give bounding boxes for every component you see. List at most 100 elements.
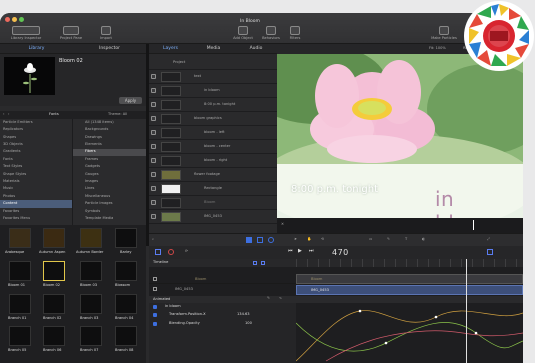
library-subcategory[interactable]: Lines <box>73 186 146 193</box>
timeline-row[interactable]: IMG_0453 <box>149 285 296 294</box>
layer-row[interactable]: bloom - center <box>149 140 277 154</box>
tab-media[interactable]: Media <box>192 44 235 54</box>
library-inspector-buttons[interactable]: Library Inspector <box>4 26 48 41</box>
library-subcategory[interactable]: All (1348 items) <box>73 119 146 126</box>
timecode-display[interactable]: 470 <box>332 248 349 257</box>
library-category[interactable]: Gradients <box>0 149 72 156</box>
content-tile[interactable] <box>43 326 65 346</box>
timeline-toggle-icon[interactable] <box>155 249 161 255</box>
library-category[interactable]: Particle Emitters <box>0 119 72 126</box>
playhead[interactable] <box>466 259 467 363</box>
canvas-time-text[interactable]: 8:00 p.m. tonight <box>291 184 378 195</box>
go-to-end-icon[interactable]: ⏭ <box>309 249 314 254</box>
content-tile[interactable] <box>9 261 31 281</box>
layer-row[interactable]: flower footage <box>149 168 277 182</box>
behaviors-button[interactable]: Behaviors <box>259 26 283 41</box>
library-category[interactable]: Favorites <box>0 208 72 215</box>
apply-button[interactable]: Apply <box>119 97 142 104</box>
rectangle-tool-icon[interactable]: ▭ <box>369 237 372 242</box>
rotate-icon[interactable]: ⟲ <box>321 237 324 242</box>
hand-icon[interactable]: ✋ <box>307 237 311 242</box>
library-category[interactable]: Music <box>0 186 72 193</box>
minimize-window-button[interactable] <box>12 17 17 22</box>
layer-checkbox[interactable] <box>151 172 156 177</box>
keyframe-curves[interactable] <box>296 303 523 363</box>
pen-tool-icon[interactable]: ✎ <box>387 237 390 242</box>
layer-checkbox[interactable] <box>151 74 156 79</box>
pointer-icon[interactable]: ➤ <box>294 237 297 242</box>
layer-row[interactable]: 8:00 p.m. tonight <box>149 98 277 112</box>
library-category-selected[interactable]: Content <box>0 200 72 208</box>
canvas[interactable]: 8:00 p.m. tonight in bloom <box>277 54 523 218</box>
layer-checkbox[interactable] <box>151 88 156 93</box>
keyframe-filter[interactable]: Animated <box>153 297 170 302</box>
layer-checkbox[interactable] <box>151 186 156 191</box>
content-tile[interactable] <box>80 228 102 248</box>
content-tile[interactable] <box>115 261 137 281</box>
content-tile[interactable] <box>80 261 102 281</box>
play-button[interactable]: ▶ <box>298 249 302 254</box>
library-category[interactable]: Fonts <box>0 156 72 163</box>
content-tile[interactable] <box>115 294 137 314</box>
theme-popup[interactable]: Theme: All <box>108 112 127 117</box>
layer-checkbox[interactable] <box>151 116 156 121</box>
library-subcategory[interactable]: Template Media <box>73 215 146 222</box>
select-tool-icon[interactable] <box>246 237 252 243</box>
library-subcategory[interactable]: Backgrounds <box>73 126 146 133</box>
content-tile-selected[interactable] <box>43 261 65 281</box>
close-window-button[interactable] <box>5 17 10 22</box>
library-subcategory[interactable]: Gadgets <box>73 163 146 170</box>
library-subcategory[interactable]: Drawings <box>73 134 146 141</box>
layer-row[interactable]: bloom - left <box>149 126 277 140</box>
library-category[interactable]: Materials <box>0 178 72 185</box>
param-checkbox[interactable] <box>153 313 157 317</box>
library-category[interactable]: Replicators <box>0 126 72 133</box>
go-to-start-icon[interactable]: ⏮ <box>288 249 293 254</box>
transform-tool-icon[interactable] <box>257 237 263 243</box>
library-category[interactable]: Shape Styles <box>0 171 72 178</box>
expand-icon[interactable]: ⤢ <box>487 237 490 242</box>
param-checkbox[interactable] <box>153 305 157 309</box>
content-tile[interactable] <box>43 228 65 248</box>
timeline-row[interactable]: Bloom <box>149 275 296 284</box>
content-tile[interactable] <box>9 326 31 346</box>
library-subcategory[interactable]: Images <box>73 178 146 185</box>
layer-row[interactable]: Project <box>149 56 277 70</box>
library-subcategory[interactable]: Frames <box>73 156 146 163</box>
content-tile[interactable] <box>115 228 137 248</box>
layer-row[interactable]: IMG_0453 <box>149 210 277 224</box>
tab-audio[interactable]: Audio <box>235 44 277 54</box>
add-object-button[interactable]: Add Object <box>229 26 257 41</box>
content-tile[interactable] <box>9 294 31 314</box>
layer-checkbox[interactable] <box>151 102 156 107</box>
zoom-level[interactable]: Fit: 100% <box>429 46 446 51</box>
library-subcategory[interactable]: Miscellaneous <box>73 193 146 200</box>
content-tile[interactable] <box>80 326 102 346</box>
layer-checkbox[interactable] <box>151 158 156 163</box>
tab-inspector[interactable]: Inspector <box>73 44 146 54</box>
text-tool-icon[interactable]: T <box>405 237 407 242</box>
mask-tool-icon[interactable]: ◐ <box>422 237 425 242</box>
layer-row[interactable]: bloom - right <box>149 154 277 168</box>
layer-checkbox[interactable] <box>151 200 156 205</box>
content-tile[interactable] <box>43 294 65 314</box>
project-pane-button[interactable]: Project Pane <box>56 26 86 41</box>
param-value[interactable]: 134.63 <box>237 312 250 317</box>
layer-checkbox[interactable] <box>151 130 156 135</box>
time-ruler[interactable] <box>296 259 523 267</box>
timeline-clip[interactable]: IMG_0453 <box>296 285 523 295</box>
canvas-title-text[interactable]: in bloom <box>435 187 523 218</box>
library-subcategory[interactable]: Gauges <box>73 171 146 178</box>
timeline-options-icon[interactable] <box>253 261 257 265</box>
library-category[interactable]: Shapes <box>0 134 72 141</box>
param-checkbox[interactable] <box>153 322 157 326</box>
content-tile[interactable] <box>80 294 102 314</box>
filters-button[interactable]: Filters <box>284 26 306 41</box>
loop-icon[interactable]: ⟳ <box>185 249 188 254</box>
layer-row[interactable]: Bloom <box>149 196 277 210</box>
content-tile[interactable] <box>9 228 31 248</box>
make-particles-button[interactable]: Make Particles <box>428 26 460 41</box>
pencil-icon[interactable]: ✎ <box>267 296 270 301</box>
tab-library[interactable]: Library <box>0 44 73 54</box>
zoom-window-button[interactable] <box>19 17 24 22</box>
